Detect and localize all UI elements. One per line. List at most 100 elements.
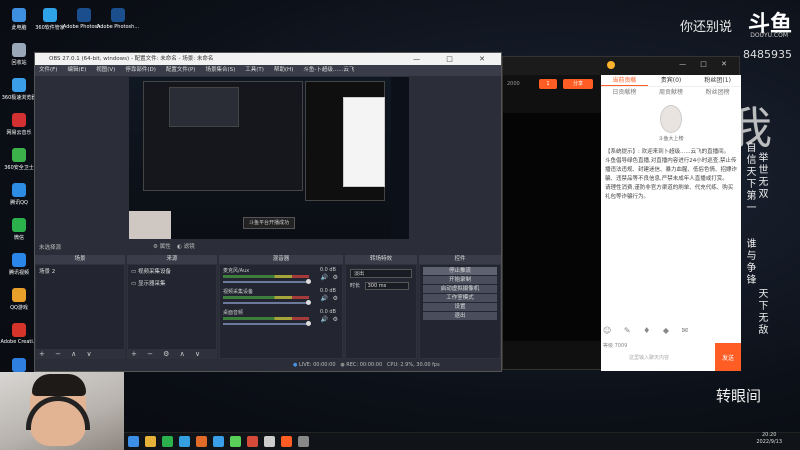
chat-message: 斗鱼倡导绿色直播,对直播内容进行24小时巡查,禁止传播违法违规、封建迷信、暴力血… xyxy=(605,158,738,182)
desktop-shortcut[interactable]: 腾讯QQ xyxy=(2,179,36,213)
desktop-shortcut[interactable]: 此电脑 xyxy=(2,4,36,38)
control-button[interactable]: 停止推流 xyxy=(423,267,497,275)
window-controls[interactable]: — □ ✕ xyxy=(679,60,733,68)
properties-button[interactable]: ⚙ 属性 xyxy=(153,242,171,250)
volume-slider[interactable] xyxy=(223,321,311,326)
volume-slider[interactable] xyxy=(223,279,311,284)
stat-label: 2000 xyxy=(507,81,520,87)
filters-button[interactable]: ◐ 滤镜 xyxy=(177,242,195,250)
browser-icon[interactable] xyxy=(213,436,224,447)
obs-menu-item[interactable]: 斗鱼-卜超级......云飞 xyxy=(303,65,354,76)
channel-name: 麦克风/Aux xyxy=(223,268,250,274)
obs-menubar: 文件(F) 编辑(E) 视图(V) 停靠部件(D) 配置文件(P) 场景集合(S) 工具(T… xyxy=(35,65,501,76)
filters-label: 滤镜 xyxy=(183,244,195,250)
scenes-toolbar[interactable]: + − ∧ ∨ xyxy=(35,349,125,359)
source-item[interactable]: ▭ 显示器采集 xyxy=(128,277,216,289)
obs-menu-item[interactable]: 文件(F) xyxy=(39,65,57,76)
chat-message: 【系统提示】: 欢迎来到卜超级......云飞的直播间。 xyxy=(605,149,730,155)
obs-menu-item[interactable]: 配置文件(P) xyxy=(166,65,196,76)
game-icon[interactable] xyxy=(196,436,207,447)
desktop-shortcut[interactable]: 360软件管家 xyxy=(34,4,66,38)
sources-toolbar[interactable]: + − ⚙ ∧ ∨ xyxy=(127,349,217,359)
control-button[interactable]: 设置 xyxy=(423,303,497,311)
desktop-shortcut[interactable]: Adobe Creati... xyxy=(0,319,38,353)
desktop-shortcut[interactable]: Adobe Photosh... xyxy=(97,4,139,38)
chat-toolbar[interactable]: ☺ ✎ ♦ ◆ ✉ xyxy=(603,326,693,335)
obs-preview[interactable]: 斗鱼平台开播成功 xyxy=(129,77,409,239)
douyu-icon[interactable] xyxy=(281,436,292,447)
douyu-tabs: 当前贡献 贵宾(0) 粉丝团(1) xyxy=(601,75,741,87)
source-item[interactable]: ▭ 视频采集设备 xyxy=(128,265,216,277)
start-icon[interactable] xyxy=(128,436,139,447)
wechat-icon[interactable] xyxy=(162,436,173,447)
desktop-shortcut[interactable]: 360极速浏览器 xyxy=(2,74,36,108)
subtab-daily[interactable]: 日贡献榜 xyxy=(601,87,648,99)
duration-input[interactable]: 300 ms xyxy=(364,282,409,290)
obs-menu-item[interactable]: 停靠部件(D) xyxy=(125,65,156,76)
subtab-fans[interactable]: 粉丝团榜 xyxy=(694,87,741,99)
folder-icon[interactable] xyxy=(145,436,156,447)
chat-input[interactable]: 这里输入聊天内容 xyxy=(629,354,669,361)
obs-menu-item[interactable]: 帮助(H) xyxy=(274,65,293,76)
source-label: 视频采集设备 xyxy=(137,269,171,275)
tab-vip[interactable]: 贵宾(0) xyxy=(648,75,695,86)
obs-icon[interactable] xyxy=(264,436,275,447)
adobe-icon xyxy=(12,323,26,337)
speaker-icon[interactable]: 🔊 xyxy=(321,274,328,281)
photoshop-icon xyxy=(111,8,125,22)
desktop-shortcut[interactable]: 回收站 xyxy=(2,39,36,73)
send-button[interactable]: 发送 xyxy=(715,343,741,371)
speaker-icon[interactable]: 🔊 xyxy=(321,316,328,323)
gear-icon[interactable]: ⚙ xyxy=(333,274,338,281)
obs-menu-item[interactable]: 场景集合(S) xyxy=(205,65,235,76)
desktop-shortcut[interactable]: Adobe Photosh... xyxy=(63,4,105,38)
app-icon[interactable] xyxy=(230,436,241,447)
gear-icon[interactable]: ⚙ xyxy=(333,316,338,323)
subtab-weekly[interactable]: 周贡献榜 xyxy=(648,87,695,99)
control-button[interactable]: 启动虚拟摄像机 xyxy=(423,285,497,293)
tab-fans[interactable]: 粉丝团(1) xyxy=(694,75,741,86)
obs-docks: 场景 场景 2 + − ∧ ∨ 来源 ▭ 视频采集设备 ▭ 显示器采集 + − … xyxy=(35,255,501,359)
desktop-shortcut[interactable]: 腾讯视频 xyxy=(2,249,36,283)
follow-button[interactable]: 1 xyxy=(539,79,557,89)
volume-meter xyxy=(223,275,309,278)
chat-icon[interactable] xyxy=(179,436,190,447)
avatar[interactable] xyxy=(607,61,615,69)
volume-meter xyxy=(223,317,309,320)
desktop-shortcut-label: 360软件管家 xyxy=(35,25,65,31)
desktop-shortcut[interactable]: 网易云音乐 xyxy=(2,109,36,143)
channel-name: 视频采集设备 xyxy=(223,289,254,295)
control-button[interactable]: 退出 xyxy=(423,312,497,320)
control-button[interactable]: 工作室模式 xyxy=(423,294,497,302)
desktop-shortcut[interactable]: QQ游戏 xyxy=(2,284,36,318)
obs-menu-item[interactable]: 编辑(E) xyxy=(67,65,86,76)
douyu-window: — □ ✕ 2000 1 分享 当前贡献 贵宾(0) 粉丝团(1) 日贡献榜 周… xyxy=(502,56,741,371)
channel-db: 0.0 dB xyxy=(319,288,336,294)
music-icon xyxy=(12,113,26,127)
settings-icon[interactable] xyxy=(298,436,309,447)
scene-item[interactable]: 场景 2 xyxy=(36,265,124,277)
obs-titlebar: OBS 27.0.1 (64-bit, windows) - 配置文件: 未命名… xyxy=(35,53,501,65)
transitions-title: 转场特效 xyxy=(345,255,417,264)
desktop-shortcut[interactable]: 微信 xyxy=(2,214,36,248)
duration-label: 时长 xyxy=(350,283,361,289)
volume-slider[interactable] xyxy=(223,300,311,305)
nested-desktop-edge xyxy=(391,77,409,239)
streamer-webcam xyxy=(0,372,124,450)
rec-time: REC: 00:00:00 xyxy=(346,362,383,368)
streamer-hair xyxy=(32,374,86,396)
share-button[interactable]: 分享 xyxy=(563,79,593,89)
transition-select[interactable]: 淡出 xyxy=(350,269,412,278)
tab-contribution[interactable]: 当前贡献 xyxy=(601,75,648,86)
taskbar-clock[interactable]: 20:20 2022/9/13 xyxy=(756,432,782,446)
rec-indicator-icon: ● xyxy=(340,362,345,368)
control-button[interactable]: 开始录制 xyxy=(423,276,497,284)
obs-menu-item[interactable]: 视图(V) xyxy=(96,65,115,76)
speaker-icon[interactable]: 🔊 xyxy=(321,295,328,302)
desktop-icon-row: 360软件管家 Adobe Photosh... Adobe Photosh... xyxy=(34,4,139,39)
chrome-icon[interactable] xyxy=(247,436,258,447)
window-controls[interactable]: — □ ✕ xyxy=(413,53,497,65)
gear-icon[interactable]: ⚙ xyxy=(333,295,338,302)
desktop-shortcut[interactable]: 360安全卫士 xyxy=(2,144,36,178)
obs-menu-item[interactable]: 工具(T) xyxy=(245,65,264,76)
